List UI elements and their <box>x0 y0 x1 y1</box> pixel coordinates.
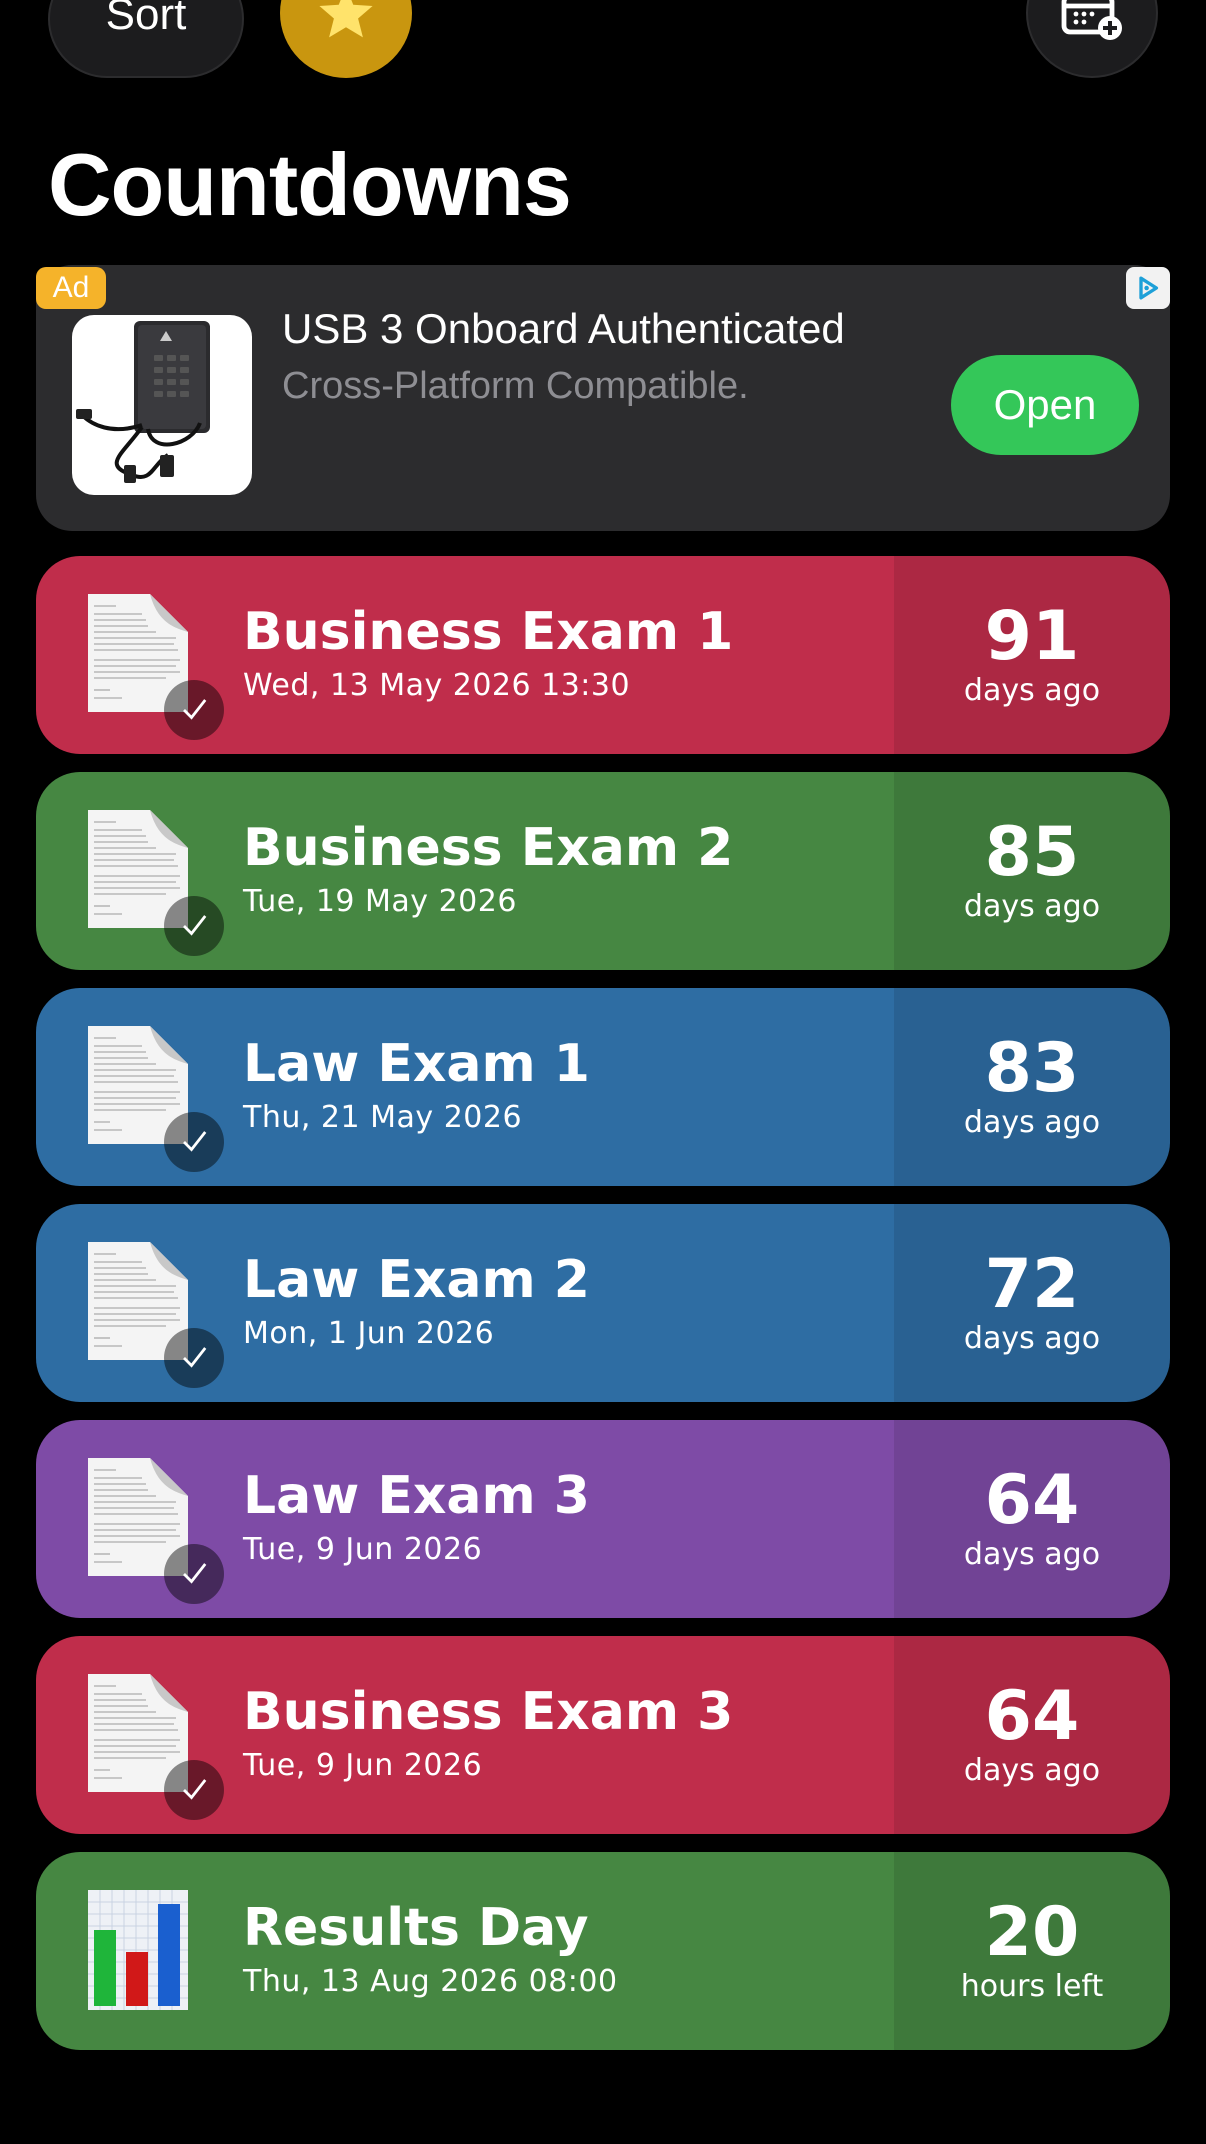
star-icon <box>319 0 373 38</box>
countdown-value-panel: 20 hours left <box>894 1852 1170 2050</box>
countdown-value-panel: 64 days ago <box>894 1420 1170 1618</box>
ad-open-button[interactable]: Open <box>951 355 1139 455</box>
ad-product-image[interactable] <box>72 315 252 495</box>
sort-button[interactable]: Sort <box>48 0 244 78</box>
bar-chart-icon <box>86 1890 190 2010</box>
countdown-date: Tue, 9 Jun 2026 <box>243 1748 483 1783</box>
countdown-date: Tue, 19 May 2026 <box>243 884 517 919</box>
countdown-value: 85 <box>984 813 1080 892</box>
countdown-card[interactable]: Business Exam 3 Tue, 9 Jun 2026 64 days … <box>36 1636 1170 1834</box>
calendar-add-icon <box>1061 0 1122 40</box>
ad-title: USB 3 Onboard Authenticated <box>282 305 845 352</box>
countdown-date: Mon, 1 Jun 2026 <box>243 1316 495 1351</box>
countdown-title: Results Day <box>243 1898 589 1958</box>
checkmark-icon <box>164 1112 224 1172</box>
ad-badge: Ad <box>36 267 106 309</box>
countdown-value: 64 <box>984 1461 1080 1540</box>
countdown-title: Business Exam 2 <box>243 818 734 878</box>
countdown-value-panel: 83 days ago <box>894 988 1170 1186</box>
countdown-unit: days ago <box>963 1321 1101 1356</box>
countdown-unit: hours left <box>960 1969 1104 2004</box>
countdown-card[interactable]: Results Day Thu, 13 Aug 2026 08:00 20 ho… <box>36 1852 1170 2050</box>
countdown-title: Law Exam 1 <box>243 1034 590 1094</box>
countdown-card[interactable]: Business Exam 1 Wed, 13 May 2026 13:30 9… <box>36 556 1170 754</box>
checkmark-icon <box>164 1328 224 1388</box>
countdown-unit: days ago <box>963 1537 1101 1572</box>
sort-button-label: Sort <box>105 0 187 39</box>
add-countdown-button[interactable] <box>1026 0 1158 78</box>
countdown-value-panel: 64 days ago <box>894 1636 1170 1834</box>
countdown-value-panel: 91 days ago <box>894 556 1170 754</box>
favorites-button[interactable] <box>280 0 412 78</box>
countdown-date: Wed, 13 May 2026 13:30 <box>243 668 631 703</box>
ad-choices-icon[interactable] <box>1126 267 1170 309</box>
countdown-value: 20 <box>984 1893 1080 1972</box>
countdown-date: Thu, 13 Aug 2026 08:00 <box>243 1964 618 1999</box>
countdown-unit: days ago <box>963 889 1101 924</box>
ad-subtitle: Cross-Platform Compatible. <box>282 365 749 407</box>
countdown-value: 72 <box>984 1245 1080 1324</box>
countdown-date: Tue, 9 Jun 2026 <box>243 1532 483 1567</box>
countdown-title: Business Exam 3 <box>243 1682 734 1742</box>
page-title: Countdowns <box>48 135 572 234</box>
countdown-card[interactable]: Law Exam 3 Tue, 9 Jun 2026 64 days ago <box>36 1420 1170 1618</box>
countdown-unit: days ago <box>963 1105 1101 1140</box>
checkmark-icon <box>164 896 224 956</box>
countdown-value-panel: 85 days ago <box>894 772 1170 970</box>
countdown-value: 83 <box>984 1029 1080 1108</box>
countdown-card[interactable]: Law Exam 2 Mon, 1 Jun 2026 72 days ago <box>36 1204 1170 1402</box>
checkmark-icon <box>164 680 224 740</box>
checkmark-icon <box>164 1544 224 1604</box>
countdown-card[interactable]: Law Exam 1 Thu, 21 May 2026 83 days ago <box>36 988 1170 1186</box>
countdown-unit: days ago <box>963 673 1101 708</box>
countdown-title: Business Exam 1 <box>243 602 734 662</box>
countdown-card[interactable]: Business Exam 2 Tue, 19 May 2026 85 days… <box>36 772 1170 970</box>
countdown-date: Thu, 21 May 2026 <box>243 1100 523 1135</box>
countdown-title: Law Exam 2 <box>243 1250 590 1310</box>
ad-banner[interactable]: Ad USB 3 Onboard Authenticated Cross-Pla… <box>36 265 1170 531</box>
countdown-title: Law Exam 3 <box>243 1466 590 1526</box>
countdown-value-panel: 72 days ago <box>894 1204 1170 1402</box>
countdown-value: 64 <box>984 1677 1080 1756</box>
checkmark-icon <box>164 1760 224 1820</box>
countdown-unit: days ago <box>963 1753 1101 1788</box>
countdown-value: 91 <box>984 597 1080 676</box>
